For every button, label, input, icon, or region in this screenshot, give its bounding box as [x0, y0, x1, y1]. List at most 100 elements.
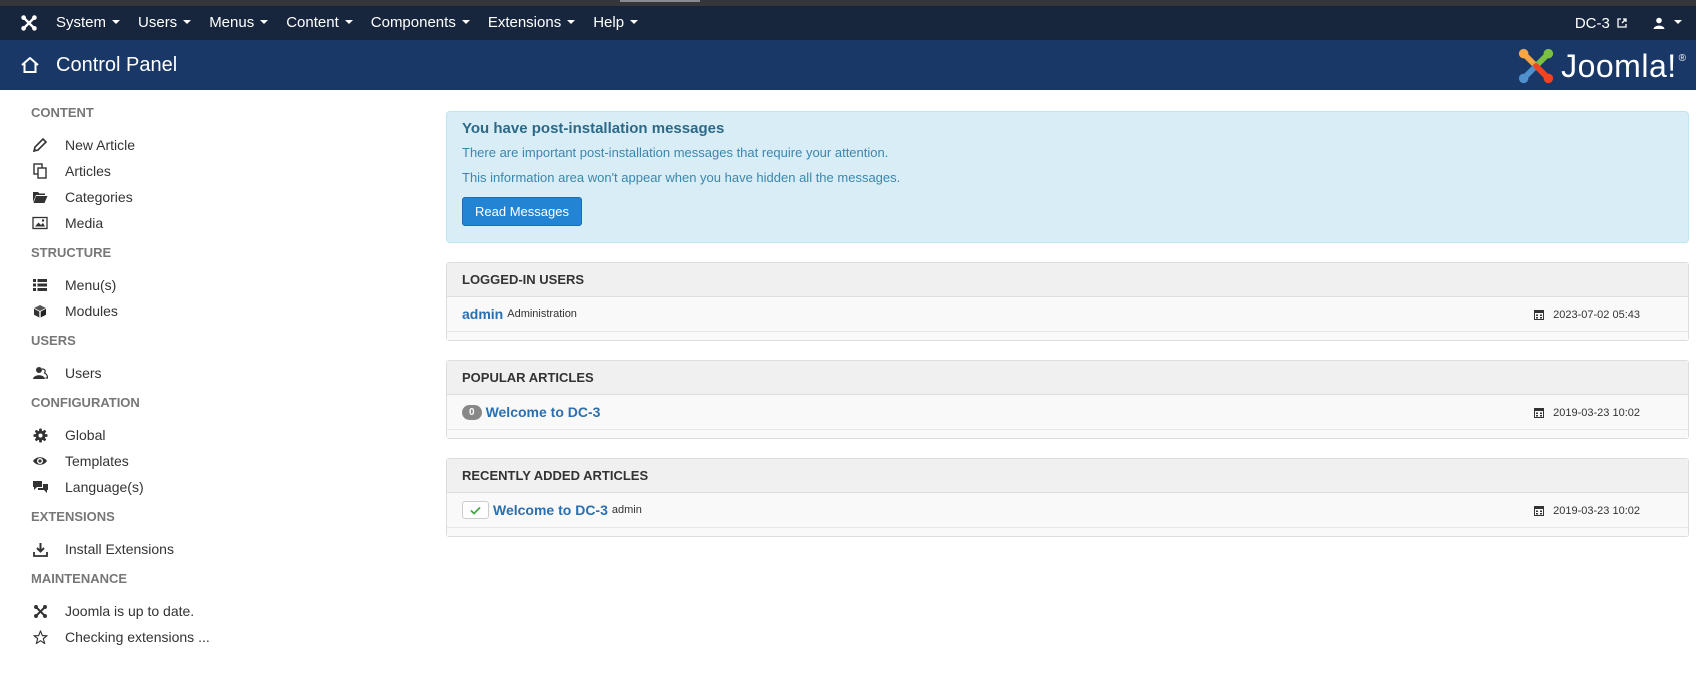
top-strip-sliver [620, 0, 700, 2]
sidebar-item-label: Menu(s) [65, 277, 117, 293]
sidebar-item-label: Language(s) [65, 479, 144, 495]
alert-text-1: There are important post-installation me… [462, 145, 889, 160]
sidebar-item-new-article[interactable]: New Article [31, 132, 411, 158]
list-icon [31, 277, 49, 293]
page-header: Control Panel Joomla! ® [0, 40, 1696, 90]
sidebar-group-structure: STRUCTURE Menu(s) Modules [31, 244, 411, 324]
row-date: 2019-03-23 10:02 [1534, 395, 1640, 430]
sidebar-item-label: New Article [65, 137, 136, 153]
menu-content-label: Content [286, 14, 339, 31]
joomla-brand-icon[interactable] [20, 14, 38, 32]
main-content: You have post-installation messages Ther… [446, 111, 1689, 537]
sidebar-group-configuration: CONFIGURATION Global Templates Language(… [31, 394, 411, 500]
sidebar-item-label: Global [65, 427, 106, 443]
panel-footer [447, 528, 1688, 536]
sidebar-item-menus[interactable]: Menu(s) [31, 272, 411, 298]
sidebar: CONTENT New Article Articles Categories … [31, 104, 411, 658]
sidebar-group-users: USERS Users [31, 332, 411, 386]
menu-menus[interactable]: Menus [200, 6, 277, 40]
user-role: Administration [507, 308, 577, 320]
sidebar-item-joomla-update[interactable]: Joomla is up to date. [31, 598, 411, 624]
chevron-down-icon [1674, 20, 1682, 24]
post-install-alert: You have post-installation messages Ther… [446, 111, 1689, 243]
page-title: Control Panel [56, 54, 178, 76]
sidebar-heading-extensions: EXTENSIONS [31, 509, 115, 524]
user-menu[interactable] [1653, 17, 1696, 29]
menu-system[interactable]: System [47, 6, 129, 40]
recent-articles-panel: RECENTLY ADDED ARTICLES Welcome to DC-3 … [446, 458, 1689, 537]
sidebar-item-templates[interactable]: Templates [31, 448, 411, 474]
sidebar-item-articles[interactable]: Articles [31, 158, 411, 184]
panel-heading: LOGGED-IN USERS [447, 263, 1688, 297]
panel-footer [447, 430, 1688, 438]
chevron-down-icon [183, 20, 192, 25]
article-author: admin [611, 504, 642, 516]
sidebar-heading-structure: STRUCTURE [31, 245, 112, 260]
published-toggle[interactable] [462, 501, 489, 519]
read-messages-button[interactable]: Read Messages [462, 197, 582, 226]
chevron-down-icon [567, 20, 576, 25]
article-link[interactable]: Welcome to DC-3 [493, 502, 608, 518]
chevron-down-icon [461, 20, 470, 25]
logged-in-users-panel: LOGGED-IN USERS admin Administration 202… [446, 262, 1689, 341]
sidebar-item-checking-extensions[interactable]: Checking extensions ... [31, 624, 411, 650]
sidebar-item-categories[interactable]: Categories [31, 184, 411, 210]
hits-badge: 0 [462, 404, 482, 420]
menu-help[interactable]: Help [584, 6, 647, 40]
table-row: 0 Welcome to DC-3 2019-03-23 10:02 [447, 395, 1688, 430]
menu-extensions[interactable]: Extensions [479, 6, 584, 40]
table-row: admin Administration 2023-07-02 05:43 [447, 297, 1688, 332]
panel-heading: POPULAR ARTICLES [447, 361, 1688, 395]
menu-system-label: System [56, 14, 107, 31]
view-site-link[interactable]: DC-3 [1575, 15, 1653, 32]
folder-open-icon [31, 189, 49, 205]
date-text: 2019-03-23 10:02 [1553, 406, 1640, 419]
sidebar-item-modules[interactable]: Modules [31, 298, 411, 324]
sidebar-item-label: Categories [65, 189, 133, 205]
sidebar-heading-users: USERS [31, 333, 76, 348]
joomla-logo: Joomla! ® [1517, 46, 1686, 86]
navbar-right: DC-3 [1575, 6, 1696, 40]
sidebar-item-users[interactable]: Users [31, 360, 411, 386]
registered-mark: ® [1678, 52, 1686, 64]
sidebar-item-media[interactable]: Media [31, 210, 411, 236]
sidebar-group-maintenance: MAINTENANCE Joomla is up to date. Checki… [31, 570, 411, 650]
panel-heading: RECENTLY ADDED ARTICLES [447, 459, 1688, 493]
row-date: 2019-03-23 10:02 [1534, 493, 1640, 528]
menu-components[interactable]: Components [362, 6, 479, 40]
user-icon [1653, 17, 1665, 29]
joomla-logo-text: Joomla! [1561, 47, 1677, 84]
popular-articles-panel: POPULAR ARTICLES 0 Welcome to DC-3 2019-… [446, 360, 1689, 439]
date-text: 2023-07-02 05:43 [1553, 308, 1640, 321]
download-icon [31, 541, 49, 557]
article-link[interactable]: Welcome to DC-3 [486, 404, 601, 420]
star-icon [31, 629, 49, 645]
joomla-icon [31, 603, 49, 619]
sidebar-item-install-extensions[interactable]: Install Extensions [31, 536, 411, 562]
chevron-down-icon [260, 20, 269, 25]
date-text: 2019-03-23 10:02 [1553, 504, 1640, 517]
sidebar-heading-configuration: CONFIGURATION [31, 395, 140, 410]
top-navbar: System Users Menus Content Components Ex… [0, 6, 1696, 40]
chevron-down-icon [630, 20, 639, 25]
menu-menus-label: Menus [209, 14, 255, 31]
menu-components-label: Components [370, 14, 456, 31]
sidebar-item-languages[interactable]: Language(s) [31, 474, 411, 500]
alert-text-2: This information area won't appear when … [462, 170, 901, 185]
check-icon [470, 506, 481, 515]
sidebar-item-label: Media [65, 215, 104, 231]
joomla-logo-icon [1518, 48, 1554, 84]
sidebar-item-global[interactable]: Global [31, 422, 411, 448]
row-date: 2023-07-02 05:43 [1534, 297, 1640, 332]
sidebar-item-label: Install Extensions [65, 541, 174, 557]
menu-content[interactable]: Content [277, 6, 362, 40]
image-icon [31, 215, 49, 231]
sidebar-heading-content: CONTENT [31, 105, 94, 120]
external-link-icon [1617, 17, 1627, 28]
home-icon [21, 57, 39, 73]
comments-icon [31, 479, 49, 495]
sidebar-group-extensions: EXTENSIONS Install Extensions [31, 508, 411, 562]
menu-users[interactable]: Users [129, 6, 200, 40]
copy-icon [31, 163, 49, 179]
user-link[interactable]: admin [462, 306, 503, 322]
